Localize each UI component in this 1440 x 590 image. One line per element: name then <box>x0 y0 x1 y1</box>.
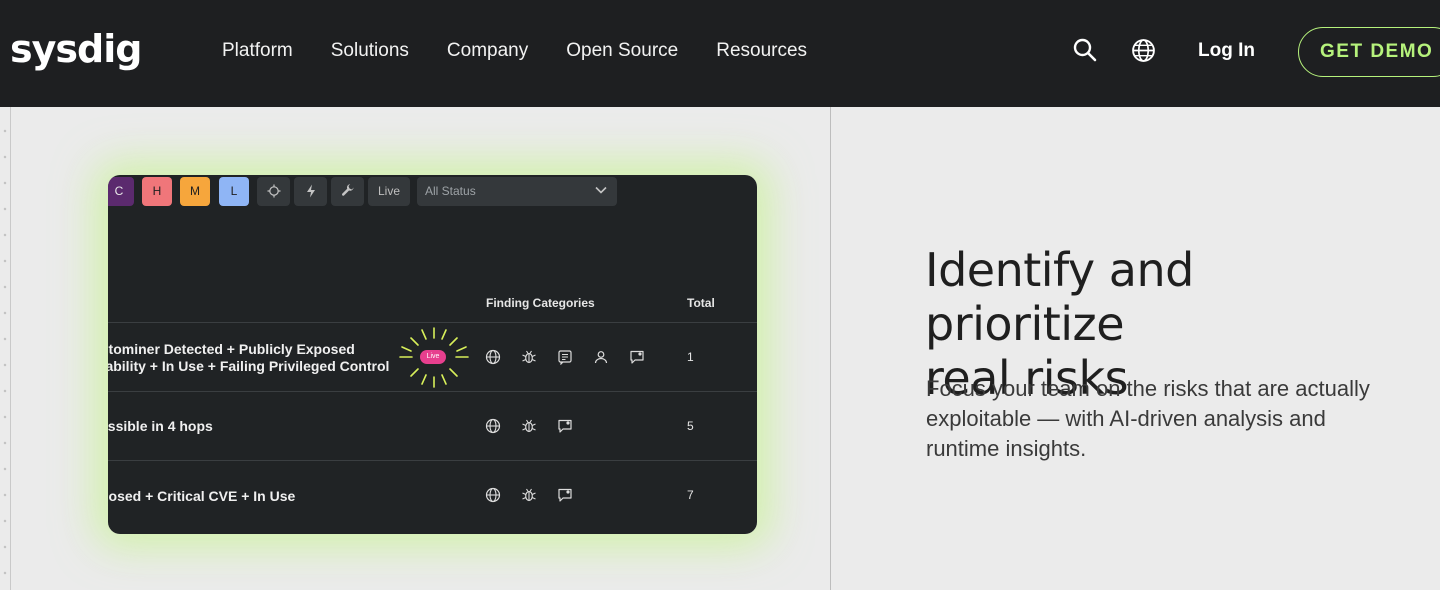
bug-icon <box>522 419 536 433</box>
search-icon[interactable] <box>1072 37 1098 63</box>
chat-icon <box>558 488 572 502</box>
nav-platform[interactable]: Platform <box>222 38 293 64</box>
get-demo-button[interactable]: GET DEMO <box>1298 27 1440 77</box>
globe-icon <box>485 349 501 365</box>
globe-icon <box>485 418 501 434</box>
nav-open-source[interactable]: Open Source <box>566 38 678 64</box>
hero-subtext: Focus your team on the risks that are ac… <box>926 376 1370 461</box>
user-icon <box>594 351 608 364</box>
bug-icon <box>522 350 536 364</box>
severity-chip-low[interactable]: L <box>219 177 249 206</box>
globe-icon[interactable] <box>1131 38 1156 63</box>
bolt-filter-button[interactable] <box>294 177 327 206</box>
wrench-icon <box>341 184 353 196</box>
severity-chip-medium[interactable]: M <box>180 177 210 206</box>
globe-icon <box>485 487 501 503</box>
bolt-icon <box>306 184 315 198</box>
row-total: 5 <box>687 419 694 433</box>
list-icon <box>558 350 572 365</box>
site-header: sysdig Platform Solutions Company Open S… <box>0 0 1440 107</box>
left-rule <box>10 107 11 590</box>
column-finding-categories: Finding Categories <box>486 296 595 310</box>
column-total: Total <box>687 296 715 310</box>
status-dropdown[interactable]: All Status <box>417 177 617 206</box>
findings-card: C H M L Live All Status Finding Categori… <box>108 175 757 534</box>
chat-icon <box>630 350 644 364</box>
login-link[interactable]: Log In <box>1198 38 1255 64</box>
chat-icon <box>558 419 572 433</box>
section-divider <box>830 107 831 590</box>
table-row[interactable]: ptominer Detected + Publicly Exposed rab… <box>108 322 757 391</box>
chevron-down-icon <box>595 186 607 194</box>
live-filter-button[interactable]: Live <box>368 177 410 206</box>
category-icons <box>485 487 573 503</box>
row-title: ptominer Detected + Publicly Exposed rab… <box>108 341 390 374</box>
nav-resources[interactable]: Resources <box>716 38 807 64</box>
category-icons <box>485 349 645 365</box>
nav-solutions[interactable]: Solutions <box>331 38 409 64</box>
row-total: 7 <box>687 488 694 502</box>
severity-chip-critical[interactable]: C <box>108 177 134 206</box>
sysdig-logo[interactable]: sysdig <box>10 26 142 72</box>
severity-chip-high[interactable]: H <box>142 177 172 206</box>
row-title: essible in 4 hops <box>108 418 213 434</box>
wrench-filter-button[interactable] <box>331 177 364 206</box>
crosshair-filter-button[interactable] <box>257 177 290 206</box>
crosshair-icon <box>267 184 280 198</box>
table-row[interactable]: posed + Critical CVE + In Use 7 <box>108 460 757 529</box>
table-row[interactable]: essible in 4 hops 5 <box>108 391 757 460</box>
nav-company[interactable]: Company <box>447 38 528 64</box>
main-nav: Platform Solutions Company Open Source R… <box>222 38 845 64</box>
category-icons <box>485 418 573 434</box>
status-dropdown-value: All Status <box>425 184 476 198</box>
decorative-dots <box>3 118 7 588</box>
live-pill: Live <box>420 350 446 364</box>
bug-icon <box>522 488 536 502</box>
row-total: 1 <box>687 350 694 364</box>
row-title: posed + Critical CVE + In Use <box>108 488 296 504</box>
live-badge: Live <box>398 323 470 392</box>
